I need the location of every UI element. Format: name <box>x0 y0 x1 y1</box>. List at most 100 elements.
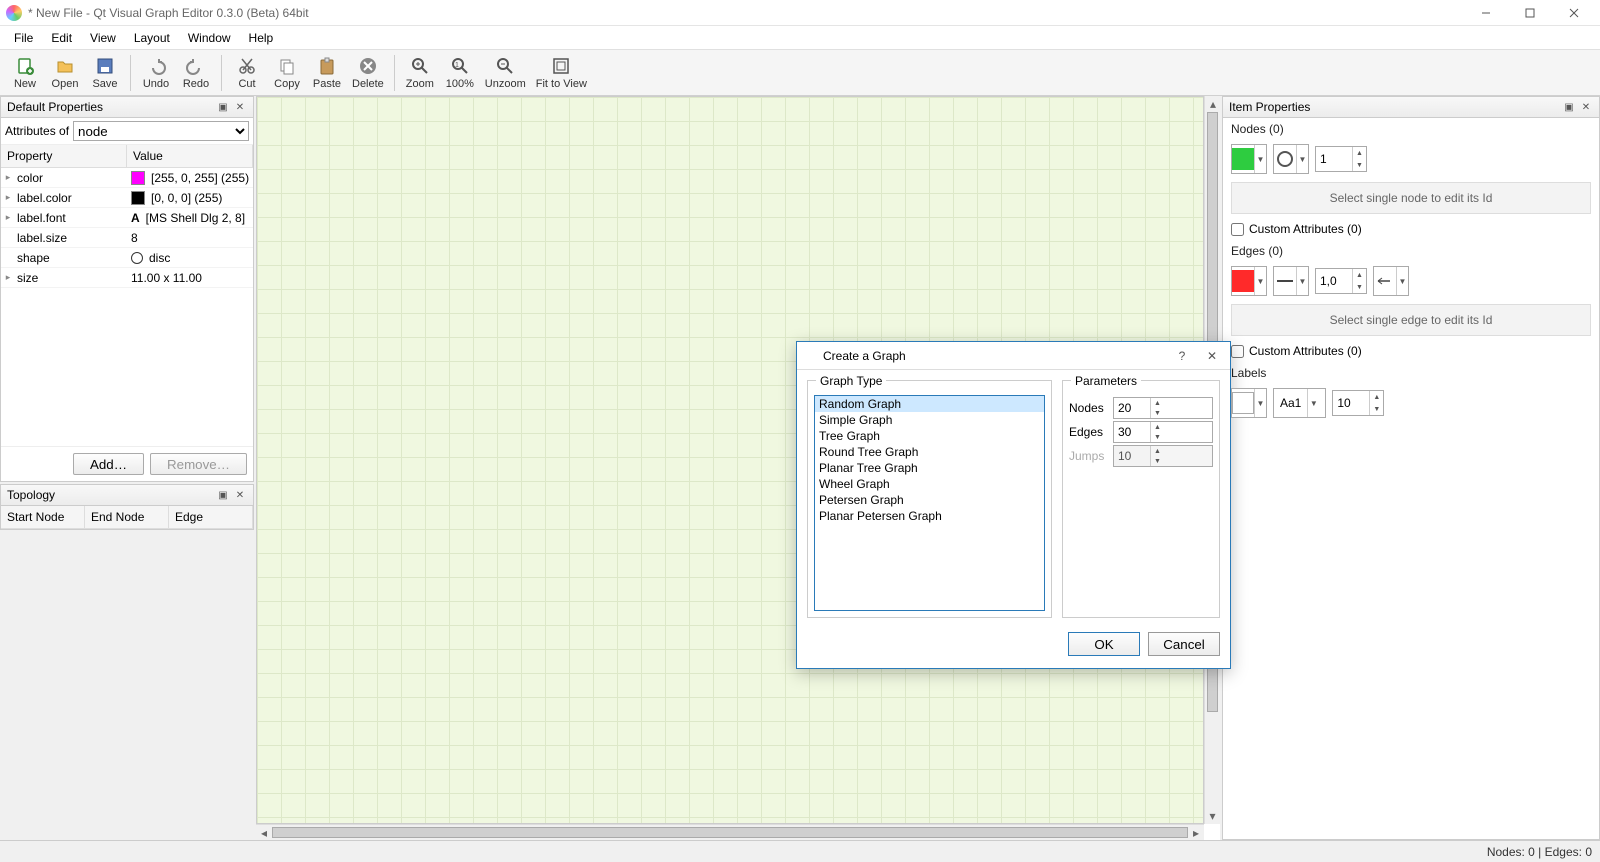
menu-edit[interactable]: Edit <box>43 28 80 48</box>
graph-type-item[interactable]: Tree Graph <box>815 428 1044 444</box>
step-down-icon[interactable]: ▼ <box>1353 281 1366 293</box>
property-value[interactable]: disc <box>127 251 253 265</box>
close-button[interactable] <box>1552 0 1596 26</box>
paste-button[interactable]: Paste <box>308 52 346 94</box>
scroll-down-icon[interactable]: ▾ <box>1205 808 1220 824</box>
step-up-icon[interactable]: ▲ <box>1151 398 1164 408</box>
step-up-icon[interactable]: ▲ <box>1151 422 1164 432</box>
expand-icon[interactable]: ▸ <box>1 272 15 283</box>
edges-stepper[interactable]: ▲▼ <box>1113 421 1213 443</box>
open-button[interactable]: Open <box>46 52 84 94</box>
node-shape-button[interactable]: ▼ <box>1273 144 1309 174</box>
node-stroke-input[interactable] <box>1316 147 1352 171</box>
menu-view[interactable]: View <box>82 28 124 48</box>
topology-col-end[interactable]: End Node <box>85 506 169 528</box>
property-row[interactable]: ▸label.fontA[MS Shell Dlg 2, 8] <box>1 208 253 228</box>
graph-type-list[interactable]: Random GraphSimple GraphTree GraphRound … <box>814 395 1045 611</box>
topology-col-edge[interactable]: Edge <box>169 506 253 528</box>
delete-button[interactable]: Delete <box>348 52 388 94</box>
step-up-icon[interactable]: ▲ <box>1370 391 1383 403</box>
label-size-stepper[interactable]: ▲▼ <box>1332 390 1384 416</box>
copy-button[interactable]: Copy <box>268 52 306 94</box>
undo-button[interactable]: Undo <box>137 52 175 94</box>
graph-type-item[interactable]: Wheel Graph <box>815 476 1044 492</box>
expand-icon[interactable]: ▸ <box>1 212 15 223</box>
new-button[interactable]: New <box>6 52 44 94</box>
property-row[interactable]: ▸label.color[0, 0, 0] (255) <box>1 188 253 208</box>
add-property-button[interactable]: Add… <box>73 453 144 475</box>
node-fill-color-button[interactable]: ▼ <box>1231 144 1267 174</box>
graph-type-item[interactable]: Planar Petersen Graph <box>815 508 1044 524</box>
graph-type-item[interactable]: Random Graph <box>815 396 1044 412</box>
property-row[interactable]: label.size8 <box>1 228 253 248</box>
close-panel-icon[interactable]: ✕ <box>233 488 247 502</box>
remove-property-button[interactable]: Remove… <box>150 453 247 475</box>
undock-icon[interactable]: ▣ <box>216 488 230 502</box>
edge-custom-attrs-checkbox[interactable] <box>1231 345 1244 358</box>
save-icon <box>94 55 116 77</box>
edge-width-input[interactable] <box>1316 269 1352 293</box>
fit-to-view-button[interactable]: Fit to View <box>532 52 591 94</box>
undock-icon[interactable]: ▣ <box>1562 100 1576 114</box>
step-down-icon[interactable]: ▼ <box>1151 432 1164 442</box>
minimize-button[interactable] <box>1464 0 1508 26</box>
help-icon[interactable]: ? <box>1170 344 1194 368</box>
horizontal-scrollbar[interactable]: ◂ ▸ <box>256 824 1204 840</box>
unzoom-button[interactable]: Unzoom <box>481 52 530 94</box>
zoom-button[interactable]: Zoom <box>401 52 439 94</box>
menu-file[interactable]: File <box>6 28 41 48</box>
label-size-input[interactable] <box>1333 391 1369 415</box>
edge-color-button[interactable]: ▼ <box>1231 266 1267 296</box>
expand-icon[interactable]: ▸ <box>1 172 15 183</box>
nodes-stepper[interactable]: ▲▼ <box>1113 397 1213 419</box>
node-custom-attrs-checkbox[interactable] <box>1231 223 1244 236</box>
scroll-right-icon[interactable]: ▸ <box>1188 825 1204 841</box>
node-stroke-stepper[interactable]: ▲▼ <box>1315 146 1367 172</box>
property-row[interactable]: ▸color[255, 0, 255] (255) <box>1 168 253 188</box>
cut-button[interactable]: Cut <box>228 52 266 94</box>
maximize-button[interactable] <box>1508 0 1552 26</box>
property-value[interactable]: [255, 0, 255] (255) <box>127 171 253 185</box>
close-icon[interactable]: ✕ <box>1200 344 1224 368</box>
label-font-button[interactable]: Aa1 ▼ <box>1273 388 1326 418</box>
graph-type-item[interactable]: Petersen Graph <box>815 492 1044 508</box>
topology-col-start[interactable]: Start Node <box>1 506 85 528</box>
scroll-left-icon[interactable]: ◂ <box>256 825 272 841</box>
attributes-of-select[interactable]: node <box>73 121 249 141</box>
nodes-input[interactable] <box>1114 398 1150 418</box>
save-button[interactable]: Save <box>86 52 124 94</box>
label-color-button[interactable]: ▼ <box>1231 388 1267 418</box>
scroll-up-icon[interactable]: ▴ <box>1205 96 1221 112</box>
property-value[interactable]: 11.00 x 11.00 <box>127 271 253 285</box>
status-bar: Nodes: 0 | Edges: 0 <box>0 840 1600 862</box>
menu-help[interactable]: Help <box>241 28 282 48</box>
node-custom-attrs-label: Custom Attributes (0) <box>1249 222 1362 236</box>
property-value[interactable]: [0, 0, 0] (255) <box>127 191 253 205</box>
menu-window[interactable]: Window <box>180 28 239 48</box>
close-panel-icon[interactable]: ✕ <box>1579 100 1593 114</box>
edges-input[interactable] <box>1114 422 1150 442</box>
expand-icon[interactable]: ▸ <box>1 192 15 203</box>
redo-button[interactable]: Redo <box>177 52 215 94</box>
edge-width-stepper[interactable]: ▲▼ <box>1315 268 1367 294</box>
property-value[interactable]: A[MS Shell Dlg 2, 8] <box>127 211 253 225</box>
graph-type-item[interactable]: Round Tree Graph <box>815 444 1044 460</box>
menu-layout[interactable]: Layout <box>126 28 178 48</box>
edge-style-button[interactable]: ▼ <box>1273 266 1309 296</box>
property-row[interactable]: shapedisc <box>1 248 253 268</box>
edge-arrow-button[interactable]: ▼ <box>1373 266 1409 296</box>
step-down-icon[interactable]: ▼ <box>1370 403 1383 415</box>
step-down-icon[interactable]: ▼ <box>1151 408 1164 418</box>
100--button[interactable]: 1100% <box>441 52 479 94</box>
graph-type-item[interactable]: Simple Graph <box>815 412 1044 428</box>
step-down-icon[interactable]: ▼ <box>1353 159 1366 171</box>
close-panel-icon[interactable]: ✕ <box>233 100 247 114</box>
undock-icon[interactable]: ▣ <box>216 100 230 114</box>
property-row[interactable]: ▸size11.00 x 11.00 <box>1 268 253 288</box>
cancel-button[interactable]: Cancel <box>1148 632 1220 656</box>
property-value[interactable]: 8 <box>127 231 253 245</box>
step-up-icon[interactable]: ▲ <box>1353 269 1366 281</box>
step-up-icon[interactable]: ▲ <box>1353 147 1366 159</box>
ok-button[interactable]: OK <box>1068 632 1140 656</box>
graph-type-item[interactable]: Planar Tree Graph <box>815 460 1044 476</box>
